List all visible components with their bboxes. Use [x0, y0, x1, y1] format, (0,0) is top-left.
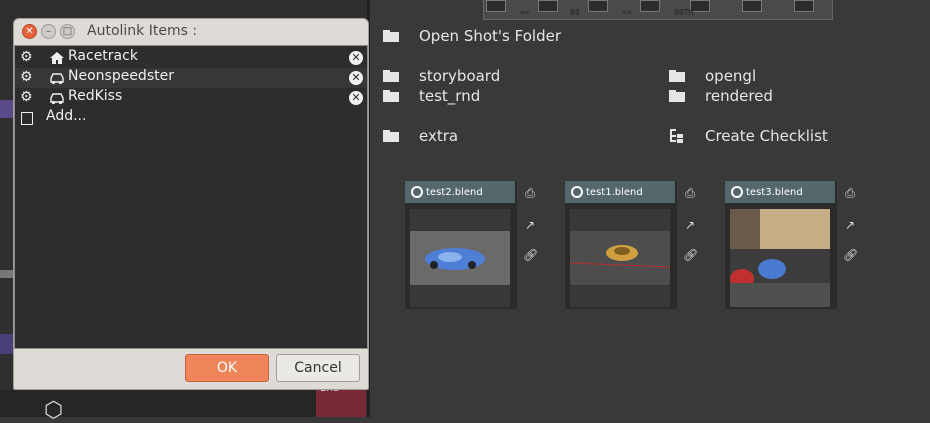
scene-render-image	[730, 209, 830, 307]
link-icon[interactable]: 🔗︎	[683, 248, 698, 262]
folder-icon	[383, 70, 399, 82]
folder-opengl[interactable]: opengl	[669, 67, 756, 85]
car-render-image	[410, 231, 510, 285]
timeline-label: <<	[520, 8, 530, 17]
home-icon	[50, 52, 64, 64]
scroll-marker	[0, 270, 14, 278]
dialog-titlebar[interactable]: ✕ – □ Autolink Items :	[14, 19, 368, 45]
print-icon[interactable]: ⎙	[683, 186, 697, 200]
folder-label: storyboard	[419, 67, 501, 85]
gear-icon[interactable]: ⚙	[20, 89, 33, 105]
print-icon[interactable]: ⎙	[843, 186, 857, 200]
folder-rendered[interactable]: rendered	[669, 87, 773, 105]
gear-icon[interactable]: ⚙	[20, 49, 33, 65]
item-name: Racetrack	[68, 48, 138, 64]
create-checklist-label: Create Checklist	[705, 127, 828, 145]
folder-test-rnd[interactable]: test_rnd	[383, 87, 480, 105]
track-marker	[0, 334, 14, 354]
blend-card[interactable]: test1.blend	[565, 181, 677, 309]
open-external-icon[interactable]: ↗	[843, 218, 857, 232]
track-marker	[0, 100, 14, 118]
cancel-button[interactable]: Cancel	[276, 354, 360, 382]
ok-button[interactable]: OK	[185, 354, 269, 382]
add-icon	[21, 112, 33, 125]
list-item[interactable]: ⚙ RedKiss ✕	[15, 88, 367, 108]
car-icon	[50, 93, 64, 105]
blend-filename: test2.blend	[426, 186, 483, 198]
add-item-button[interactable]: Add...	[15, 108, 367, 128]
blend-filename: test1.blend	[586, 186, 643, 198]
blend-thumbnail[interactable]	[410, 209, 510, 307]
autolink-list[interactable]: ⚙ Racetrack ✕ ⚙ Neonspeedster ✕ ⚙ RedKis…	[14, 45, 368, 349]
timeline-tick	[742, 0, 762, 12]
blend-card-header: test3.blend	[725, 181, 835, 203]
create-checklist-button[interactable]: Create Checklist	[669, 127, 828, 145]
open-external-icon[interactable]: ↗	[683, 218, 697, 232]
timeline-tick	[538, 0, 558, 12]
car-render-image	[570, 231, 670, 285]
item-name: Neonspeedster	[68, 68, 174, 84]
car-icon	[50, 73, 64, 85]
print-icon[interactable]: ⎙	[523, 186, 537, 200]
folder-icon	[383, 30, 399, 42]
timeline-label: 88	[570, 8, 580, 17]
node-icon: ⬡	[44, 398, 64, 423]
list-item[interactable]: ⚙ Neonspeedster ✕	[15, 68, 367, 88]
folder-label: test_rnd	[419, 87, 481, 105]
blend-card[interactable]: test2.blend	[405, 181, 517, 309]
add-label: Add...	[46, 108, 87, 124]
link-icon[interactable]: 🔗︎	[523, 248, 538, 262]
close-icon[interactable]: ✕	[22, 24, 37, 39]
timeline-tick	[640, 0, 660, 12]
item-name: RedKiss	[68, 88, 123, 104]
folder-label: opengl	[705, 67, 757, 85]
dialog-title: Autolink Items :	[87, 23, 198, 39]
blender-logo-icon	[571, 186, 583, 198]
blender-logo-icon	[731, 186, 743, 198]
blend-card-header: test1.blend	[565, 181, 675, 203]
gear-icon[interactable]: ⚙	[20, 69, 33, 85]
folder-extra[interactable]: extra	[383, 127, 458, 145]
blend-thumbnail[interactable]	[730, 209, 830, 307]
timeline-tick	[588, 0, 608, 12]
timeline-tick	[794, 0, 814, 12]
blender-logo-icon	[411, 186, 423, 198]
remove-icon[interactable]: ✕	[349, 91, 363, 105]
open-external-icon[interactable]: ↗	[523, 218, 537, 232]
remove-icon[interactable]: ✕	[349, 71, 363, 85]
timeline-label: <<	[622, 8, 632, 17]
maximize-icon[interactable]: □	[60, 24, 75, 39]
blend-card[interactable]: test3.blend	[725, 181, 837, 309]
checklist-icon	[669, 129, 685, 143]
list-item[interactable]: ⚙ Racetrack ✕	[15, 48, 367, 68]
folder-icon	[383, 130, 399, 142]
folder-icon	[383, 90, 399, 102]
folder-storyboard[interactable]: storyboard	[383, 67, 500, 85]
timeline-tick	[486, 0, 506, 12]
folder-label: extra	[419, 127, 459, 145]
minimize-icon[interactable]: –	[41, 24, 56, 39]
timeline-strip: << 88 << 00TM	[483, 0, 833, 20]
folder-icon	[669, 90, 685, 102]
link-icon[interactable]: 🔗︎	[843, 248, 858, 262]
autolink-dialog: ✕ – □ Autolink Items : ⚙ Racetrack ✕ ⚙ N…	[13, 18, 369, 390]
remove-icon[interactable]: ✕	[349, 51, 363, 65]
folder-label: rendered	[705, 87, 773, 105]
blend-filename: test3.blend	[746, 186, 803, 198]
open-shot-folder-label: Open Shot's Folder	[419, 27, 561, 45]
folder-icon	[669, 70, 685, 82]
open-shot-folder-button[interactable]: Open Shot's Folder	[383, 27, 561, 45]
blend-card-header: test2.blend	[405, 181, 515, 203]
timeline-label: 00TM	[674, 8, 694, 17]
blend-thumbnail[interactable]	[570, 209, 670, 307]
